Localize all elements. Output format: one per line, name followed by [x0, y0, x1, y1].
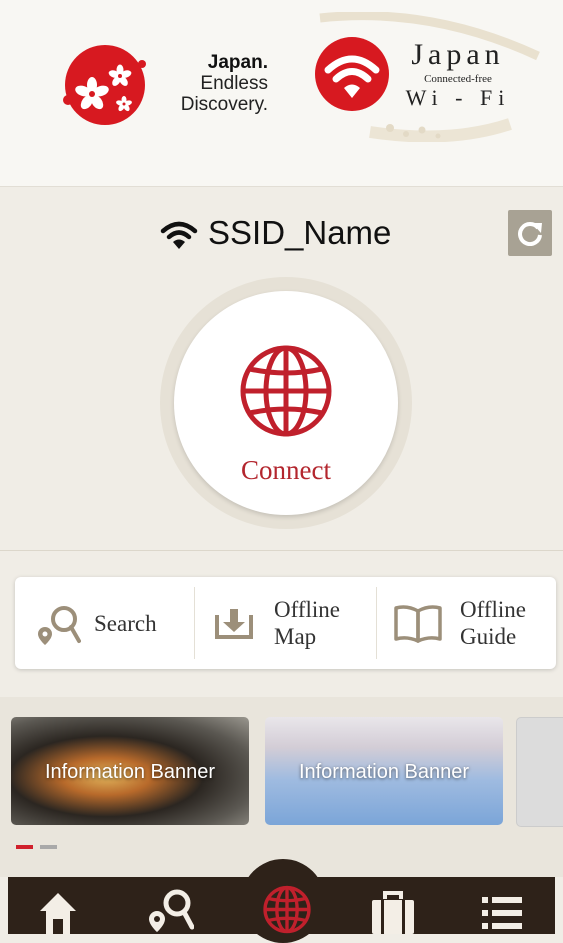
section-divider: [0, 550, 563, 551]
globe-icon[interactable]: [258, 885, 316, 934]
search-label: Search: [94, 611, 157, 636]
cherry-blossom-logo-icon: [63, 45, 146, 125]
search-button[interactable]: Search: [15, 577, 193, 669]
japan-connected-free-wifi-logo: Japan Connected-free Wi - Fi: [310, 12, 545, 142]
offline-map-button[interactable]: Offline Map: [195, 577, 376, 669]
brand-left-line3: Discovery.: [180, 94, 268, 115]
offline-map-label-line1: Offline: [274, 597, 341, 622]
map-search-icon: [38, 606, 81, 645]
japan-endless-discovery-text: Japan. Endless Discovery.: [158, 52, 268, 115]
globe-icon: [240, 345, 332, 437]
brand-left-line1: Japan.: [207, 52, 268, 73]
brand-right-line3: Wi - Fi: [405, 85, 511, 110]
japan-endless-discovery-logo: Japan. Endless Discovery.: [62, 42, 272, 128]
information-banner-food[interactable]: Information Banner: [11, 717, 249, 825]
menu-list-icon[interactable]: [482, 895, 522, 934]
map-search-icon[interactable]: [148, 889, 194, 934]
pager-dot[interactable]: [40, 845, 57, 849]
banner-caption: Information Banner: [298, 761, 470, 783]
brand-right-line2: Connected-free: [424, 73, 492, 85]
connect-button[interactable]: Connect: [174, 291, 398, 515]
offline-guide-label: Offline Guide: [460, 596, 526, 650]
suitcase-icon[interactable]: [370, 891, 416, 934]
information-banner-cherry-blossom[interactable]: Information Banner: [265, 717, 503, 825]
network-status: SSID_Name: [0, 208, 563, 262]
brand-right-line1: Japan: [411, 38, 505, 71]
refresh-button[interactable]: [508, 210, 552, 256]
pager-dot-active[interactable]: [16, 845, 33, 849]
bottom-tab-bar: [8, 877, 555, 934]
ssid-label: SSID_Name: [208, 214, 392, 251]
open-book-icon: [394, 605, 442, 643]
home-icon[interactable]: [38, 891, 78, 934]
download-tray-icon: [215, 609, 253, 639]
japan-wifi-text: Japan Connected-free Wi - Fi: [404, 38, 512, 110]
offline-map-label-line2: Map: [274, 624, 317, 649]
refresh-icon: [518, 222, 542, 246]
offline-map-label: Offline Map: [274, 596, 340, 650]
wifi-signal-icon: [160, 221, 198, 249]
app-header: Japan. Endless Discovery. Japan Connecte…: [0, 0, 563, 187]
offline-guide-label-line2: Guide: [460, 624, 517, 649]
quick-actions-toolbar: Search Offline Map Offline Guide: [15, 577, 556, 669]
information-banner-next-peek[interactable]: [516, 717, 563, 827]
brand-left-line2: Endless: [200, 73, 268, 94]
information-banner-carousel: Information Banner Information Banner: [0, 697, 563, 877]
offline-guide-label-line1: Offline: [460, 597, 527, 622]
connect-label: Connect: [241, 455, 331, 485]
banner-caption: Information Banner: [44, 761, 216, 783]
offline-guide-button[interactable]: Offline Guide: [377, 577, 556, 669]
